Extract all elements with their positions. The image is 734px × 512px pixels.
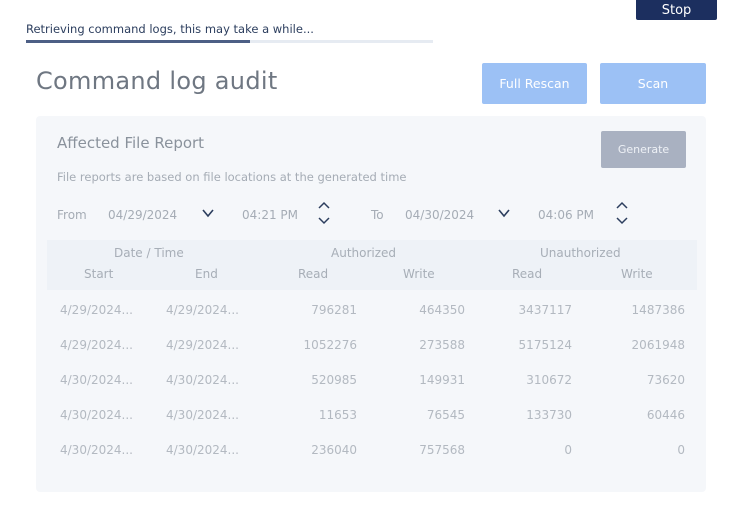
- cell-start: 4/30/2024...: [60, 443, 133, 457]
- to-date-field[interactable]: 04/30/2024: [405, 208, 474, 222]
- cell-auth-write: 464350: [419, 303, 465, 317]
- to-label: To: [371, 208, 384, 222]
- cell-unauth-read: 0: [564, 443, 572, 457]
- cell-auth-read: 1052276: [303, 338, 357, 352]
- cell-unauth-write: 60446: [646, 408, 685, 422]
- full-rescan-button[interactable]: Full Rescan: [482, 63, 587, 104]
- scan-button[interactable]: Scan: [600, 63, 706, 104]
- time-spinner-icon[interactable]: [614, 200, 630, 230]
- generate-button[interactable]: Generate: [601, 131, 686, 168]
- table-header: Date / Time Authorized Unauthorized Star…: [47, 240, 697, 290]
- table-row[interactable]: 4/30/2024... 4/30/2024... 236040 757568 0 0: [47, 438, 697, 472]
- cell-start: 4/29/2024...: [60, 338, 133, 352]
- table-row[interactable]: 4/29/2024... 4/29/2024... 796281 464350 3437…: [47, 298, 697, 332]
- group-header-unauthorized: Unauthorized: [540, 246, 621, 260]
- page-title: Command log audit: [36, 67, 278, 95]
- cell-start: 4/30/2024...: [60, 408, 133, 422]
- column-header-authorized-read[interactable]: Read: [298, 267, 328, 281]
- column-header-unauthorized-read[interactable]: Read: [512, 267, 542, 281]
- chevron-down-icon[interactable]: [496, 205, 512, 225]
- cell-auth-write: 273588: [419, 338, 465, 352]
- cell-auth-read: 11653: [318, 408, 357, 422]
- report-subtitle: File reports are based on file locations…: [57, 170, 407, 184]
- cell-unauth-write: 73620: [646, 373, 685, 387]
- cell-auth-write: 757568: [419, 443, 465, 457]
- cell-end: 4/30/2024...: [166, 443, 239, 457]
- cell-unauth-read: 5175124: [518, 338, 572, 352]
- group-header-authorized: Authorized: [331, 246, 397, 260]
- cell-unauth-write: 0: [677, 443, 685, 457]
- status-message: Retrieving command logs, this may take a…: [26, 22, 314, 36]
- time-spinner-icon[interactable]: [316, 200, 332, 230]
- cell-start: 4/29/2024...: [60, 303, 133, 317]
- cell-auth-write: 76545: [426, 408, 465, 422]
- from-date-field[interactable]: 04/29/2024: [108, 208, 177, 222]
- cell-unauth-read: 310672: [526, 373, 572, 387]
- from-time-field[interactable]: 04:21 PM: [242, 208, 298, 222]
- table-row[interactable]: 4/30/2024... 4/30/2024... 520985 149931 3106…: [47, 368, 697, 402]
- cell-unauth-read: 3437117: [518, 303, 572, 317]
- from-label: From: [57, 208, 87, 222]
- cell-end: 4/29/2024...: [166, 303, 239, 317]
- cell-unauth-read: 133730: [526, 408, 572, 422]
- report-title: Affected File Report: [57, 134, 205, 152]
- cell-end: 4/29/2024...: [166, 338, 239, 352]
- cell-auth-read: 236040: [311, 443, 357, 457]
- cell-auth-read: 520985: [311, 373, 357, 387]
- cell-unauth-write: 2061948: [631, 338, 685, 352]
- column-header-start[interactable]: Start: [84, 267, 113, 281]
- group-header-datetime: Date / Time: [114, 246, 184, 260]
- cell-auth-read: 796281: [311, 303, 357, 317]
- stop-button[interactable]: Stop: [636, 0, 717, 20]
- table-row[interactable]: 4/30/2024... 4/30/2024... 11653 76545 133730…: [47, 403, 697, 437]
- cell-auth-write: 149931: [419, 373, 465, 387]
- to-time-field[interactable]: 04:06 PM: [538, 208, 594, 222]
- chevron-down-icon[interactable]: [200, 205, 216, 225]
- cell-end: 4/30/2024...: [166, 408, 239, 422]
- cell-start: 4/30/2024...: [60, 373, 133, 387]
- cell-unauth-write: 1487386: [631, 303, 685, 317]
- column-header-authorized-write[interactable]: Write: [403, 267, 435, 281]
- table-row[interactable]: 4/29/2024... 4/29/2024... 1052276 273588 517…: [47, 333, 697, 367]
- progress-bar: [26, 40, 250, 43]
- column-header-unauthorized-write[interactable]: Write: [621, 267, 653, 281]
- cell-end: 4/30/2024...: [166, 373, 239, 387]
- column-header-end[interactable]: End: [195, 267, 218, 281]
